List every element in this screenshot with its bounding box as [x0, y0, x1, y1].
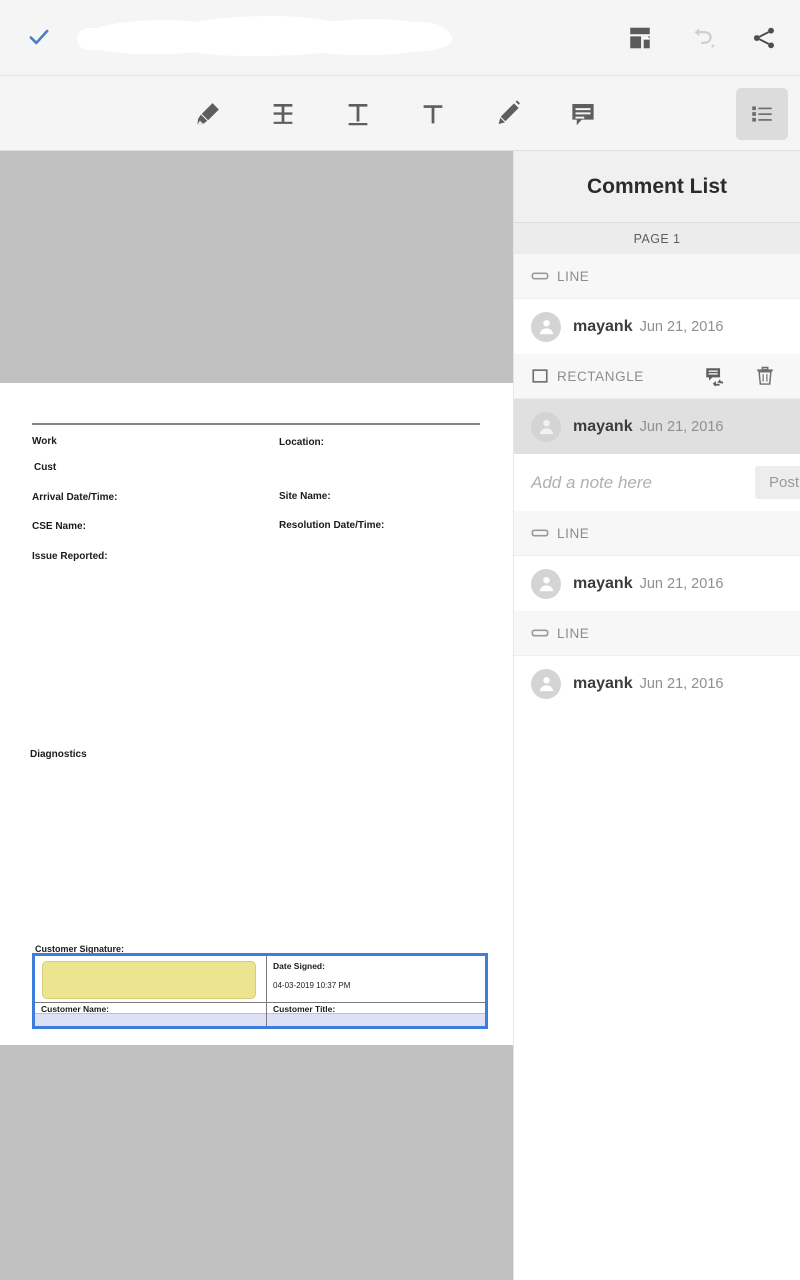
page-divider-rule	[32, 423, 480, 425]
note-tool[interactable]	[545, 76, 620, 151]
avatar	[531, 311, 561, 342]
undo-icon	[694, 28, 716, 49]
tool-buttons	[170, 76, 620, 151]
confirm-button[interactable]	[22, 20, 56, 54]
customer-name-input[interactable]	[35, 1013, 266, 1026]
document-page[interactable]: Work Location: Cust Arrival Date/Time: S…	[0, 383, 513, 1045]
comment-list-toggle[interactable]	[736, 88, 788, 140]
rectangle-shape-icon	[531, 367, 557, 385]
document-viewer[interactable]: Work Location: Cust Arrival Date/Time: S…	[0, 151, 513, 1280]
signature-annotation-block[interactable]: Date Signed: 04-03-2019 10:37 PM Custome…	[32, 953, 488, 1029]
doc-field-site-name: Site Name:	[279, 491, 331, 502]
avatar	[531, 568, 561, 599]
comment-author: mayank	[573, 674, 633, 692]
comment-row[interactable]: mayank Jun 21, 2016	[514, 656, 800, 711]
comment-list-panel: Comment List PAGE 1 LINE mayank Jun 21, …	[513, 151, 800, 1280]
app-header	[0, 0, 800, 76]
comment-date: Jun 21, 2016	[639, 675, 724, 692]
share-button[interactable]	[742, 16, 786, 60]
doc-field-arrival-date-time: Arrival Date/Time:	[32, 492, 118, 503]
date-signed-label: Date Signed:	[273, 961, 325, 971]
annotation-type-label: LINE	[557, 268, 590, 284]
highlighter-icon	[196, 102, 219, 125]
doc-field-cse-name: CSE Name:	[32, 521, 86, 532]
pencil-icon	[498, 99, 520, 124]
undo-button[interactable]	[680, 16, 724, 60]
customer-title-input[interactable]	[267, 1013, 485, 1026]
comment-row[interactable]: mayank Jun 21, 2016	[514, 299, 800, 354]
reply-comment-icon	[706, 368, 723, 387]
annotation-type-label: LINE	[557, 625, 590, 641]
highlight-tool[interactable]	[170, 76, 245, 151]
share-icon	[753, 27, 774, 49]
text-tool[interactable]	[395, 76, 470, 151]
annotation-row-line[interactable]: LINE	[514, 611, 800, 656]
comment-list-title: Comment List	[514, 151, 800, 223]
customer-title-cell: Customer Title:	[267, 1003, 485, 1026]
comment-date: Jun 21, 2016	[639, 418, 724, 435]
avatar	[531, 668, 561, 699]
comment-row[interactable]: mayank Jun 21, 2016	[514, 556, 800, 611]
doc-field-diagnostics: Diagnostics	[30, 749, 87, 760]
annotation-actions	[702, 363, 778, 389]
comment-icon	[571, 103, 594, 125]
signature-input-field[interactable]	[42, 961, 256, 999]
signature-bottom-row: Customer Name: Customer Title:	[35, 1003, 485, 1026]
customer-name-cell: Customer Name:	[35, 1003, 267, 1026]
annotation-row-line[interactable]: LINE	[514, 254, 800, 299]
annotation-row-line[interactable]: LINE	[514, 511, 800, 556]
doc-field-location: Location:	[279, 437, 324, 448]
date-signed-value: 04-03-2019 10:37 PM	[273, 981, 351, 990]
annotation-row-rectangle[interactable]: RECTANGLE	[514, 354, 800, 399]
line-shape-icon	[531, 624, 557, 642]
avatar	[531, 411, 561, 442]
page-section-header: PAGE 1	[514, 223, 800, 254]
pdf-annotation-app: Work Location: Cust Arrival Date/Time: S…	[0, 0, 800, 1280]
strikethrough-tool[interactable]	[245, 76, 320, 151]
page-layout-button[interactable]	[618, 16, 662, 60]
comment-author: mayank	[573, 574, 633, 592]
add-note-row: Post	[514, 454, 800, 511]
delete-comment-button[interactable]	[752, 363, 778, 389]
strikethrough-text-icon	[273, 103, 292, 124]
line-shape-icon	[531, 524, 557, 542]
underline-tool[interactable]	[320, 76, 395, 151]
header-actions	[618, 14, 786, 62]
annotation-type-label: RECTANGLE	[557, 368, 644, 384]
underline-text-icon	[348, 103, 367, 125]
signature-field-cell[interactable]	[35, 956, 267, 1002]
doc-field-customer: Cust	[34, 462, 57, 473]
annotation-type-label: LINE	[557, 525, 590, 541]
comment-date: Jun 21, 2016	[639, 575, 724, 592]
doc-field-resolution-date: Resolution Date/Time:	[279, 520, 385, 531]
text-icon	[423, 104, 442, 123]
draw-tool[interactable]	[470, 76, 545, 151]
document-title-area[interactable]	[72, 14, 492, 62]
page-layout-icon	[630, 27, 650, 49]
comment-row[interactable]: mayank Jun 21, 2016	[514, 399, 800, 454]
doc-field-work: Work	[32, 436, 57, 447]
title-redaction-overlay	[72, 14, 492, 62]
reply-comment-button[interactable]	[702, 363, 728, 389]
comment-date: Jun 21, 2016	[639, 318, 724, 335]
signature-top-row: Date Signed: 04-03-2019 10:37 PM	[35, 956, 485, 1003]
annotation-toolbar	[0, 76, 800, 151]
comment-author: mayank	[573, 317, 633, 335]
date-signed-cell: Date Signed: 04-03-2019 10:37 PM	[267, 956, 485, 1002]
post-note-button[interactable]: Post	[755, 466, 800, 499]
comment-author: mayank	[573, 417, 633, 435]
check-icon	[29, 29, 49, 45]
doc-field-issue-reported: Issue Reported:	[32, 551, 108, 562]
note-input[interactable]	[531, 472, 755, 493]
trash-icon	[757, 366, 773, 385]
line-shape-icon	[531, 267, 557, 285]
list-icon	[752, 106, 772, 122]
